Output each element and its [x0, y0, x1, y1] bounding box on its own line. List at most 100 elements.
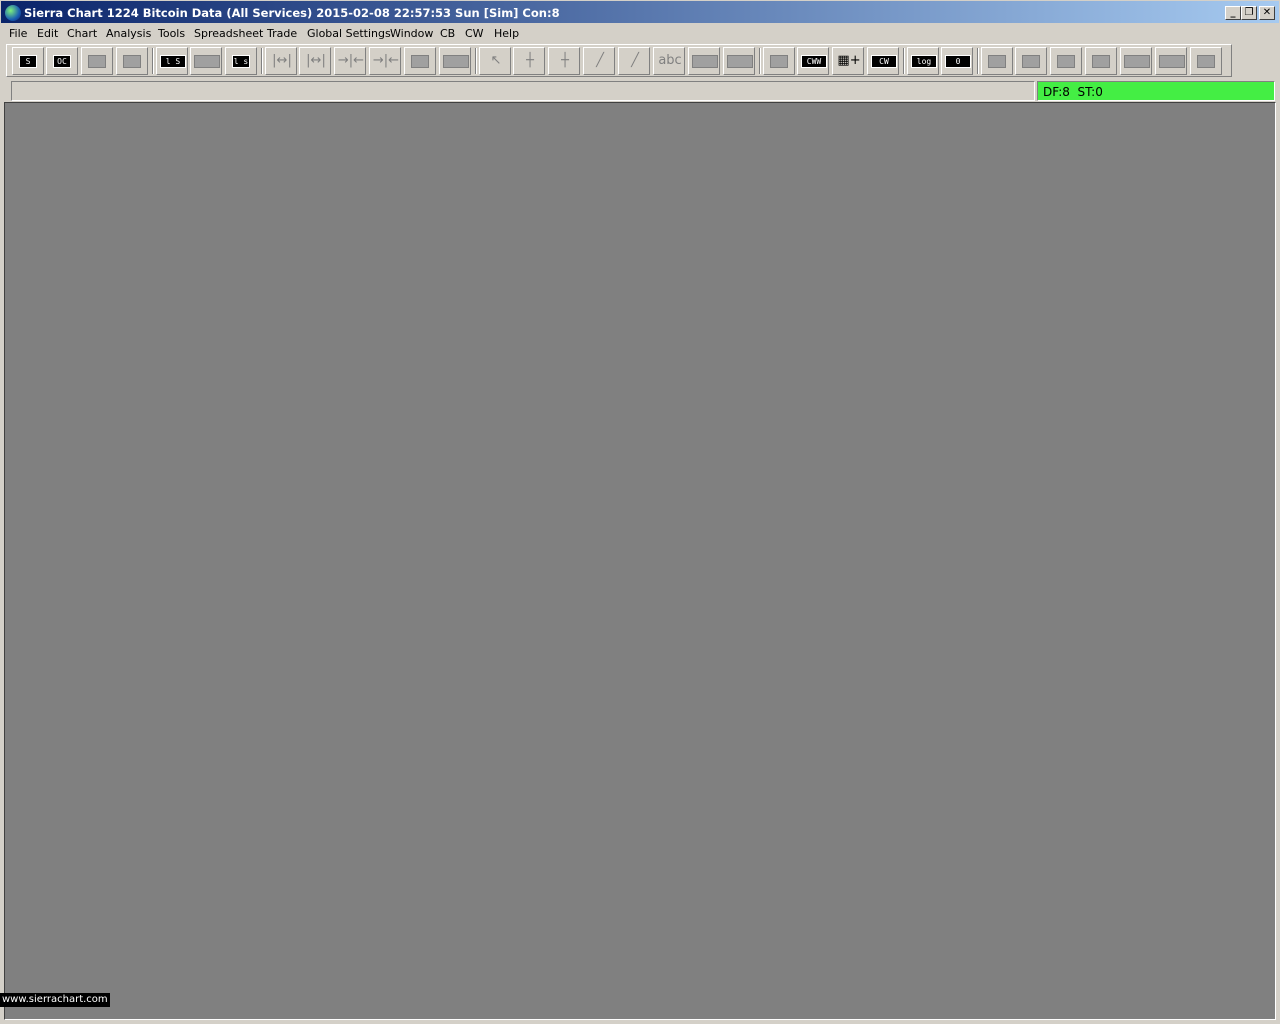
- toolbar-button-28[interactable]: [1015, 47, 1047, 75]
- toolbar-button-12[interactable]: [439, 47, 471, 75]
- menu-cb[interactable]: CB: [440, 27, 455, 40]
- toolbar-icon: [770, 55, 788, 68]
- crosshair-tool-button[interactable]: ┼: [513, 47, 545, 75]
- window-title: Sierra Chart 1224 Bitcoin Data (All Serv…: [24, 6, 560, 20]
- toolbar-icon: [727, 55, 753, 68]
- toolbar-icon: [123, 55, 141, 68]
- toolbar-label-ls: l S: [160, 55, 186, 68]
- text-tool-label: abc: [658, 53, 682, 68]
- close-button[interactable]: ✕: [1259, 6, 1275, 20]
- toolbar-button-22[interactable]: [763, 47, 795, 75]
- toolbar-button-27[interactable]: [981, 47, 1013, 75]
- grid-plus-icon: ▦+: [837, 53, 861, 68]
- zoom-in-icon: |↔|: [306, 53, 326, 68]
- toolbar-button-29[interactable]: [1050, 47, 1082, 75]
- toolbar-button-ls-lower[interactable]: l s: [225, 47, 257, 75]
- toolbar-separator: [977, 48, 979, 74]
- new-chart-grid-button[interactable]: ▦+: [832, 47, 864, 75]
- menu-bar: File Edit Chart Analysis Tools Spreadshe…: [0, 24, 1280, 43]
- cursor-cross-icon: ┼: [561, 53, 569, 68]
- line-tool-button[interactable]: ╱: [583, 47, 615, 75]
- menu-chart[interactable]: Chart: [67, 27, 97, 40]
- toolbar-separator: [903, 48, 905, 74]
- toolbar-separator: [261, 48, 263, 74]
- toolbar-icon: [411, 55, 429, 68]
- crosshair-icon: ┼: [526, 53, 534, 68]
- log-scale-button[interactable]: log: [907, 47, 939, 75]
- restore-button[interactable]: ❐: [1241, 6, 1257, 20]
- line-icon: ╱: [596, 53, 604, 68]
- minimize-button[interactable]: _: [1225, 6, 1241, 20]
- pointer-tool-button[interactable]: ↖: [479, 47, 511, 75]
- toolbar-button-11[interactable]: [404, 47, 436, 75]
- toolbar-icon: [988, 55, 1006, 68]
- toolbar-separator: [152, 48, 154, 74]
- connection-status-text: DF:8 ST:0: [1043, 85, 1103, 99]
- toolbar-icon: [194, 55, 220, 68]
- message-field: [11, 81, 1035, 101]
- toolbar-button-0[interactable]: 0: [941, 47, 973, 75]
- toolbar-label-cww: CWW: [801, 55, 827, 68]
- title-bar: Sierra Chart 1224 Bitcoin Data (All Serv…: [0, 0, 1280, 24]
- expand-bars-button[interactable]: →|←: [369, 47, 401, 75]
- menu-help[interactable]: Help: [494, 27, 519, 40]
- toolbar-icon: [1057, 55, 1075, 68]
- menu-tools[interactable]: Tools: [158, 27, 185, 40]
- toolbar-icon: [1022, 55, 1040, 68]
- expand-icon: →|←: [372, 53, 400, 68]
- compress-bars-button[interactable]: →|←: [334, 47, 366, 75]
- toolbar-button-6[interactable]: [190, 47, 222, 75]
- ray-tool-button[interactable]: ╱: [618, 47, 650, 75]
- toolbar-button-21[interactable]: [723, 47, 755, 75]
- zoom-in-button[interactable]: |↔|: [299, 47, 331, 75]
- toolbar-button-cw[interactable]: CW: [867, 47, 899, 75]
- menu-spreadsheet[interactable]: Spreadsheet: [194, 27, 263, 40]
- toolbar-button-ls[interactable]: l S: [156, 47, 188, 75]
- toolbar-icon: [88, 55, 106, 68]
- toolbar-button-20[interactable]: [688, 47, 720, 75]
- toolbar-icon: [692, 55, 718, 68]
- menu-file[interactable]: File: [9, 27, 27, 40]
- connection-status-box: DF:8 ST:0: [1037, 81, 1275, 101]
- toolbar-separator: [759, 48, 761, 74]
- chart-workspace[interactable]: [4, 102, 1276, 1020]
- toolbar-icon: [1159, 55, 1185, 68]
- toolbar-icon: [1124, 55, 1150, 68]
- menu-edit[interactable]: Edit: [37, 27, 58, 40]
- toolbar-separator: [475, 48, 477, 74]
- sierra-chart-globe-icon[interactable]: [5, 5, 21, 21]
- cursor-tool-button[interactable]: ┼: [548, 47, 580, 75]
- toolbar-button-31[interactable]: [1120, 47, 1152, 75]
- toolbar-label-ls-lower: l s: [232, 55, 250, 68]
- toolbar-icon: [1197, 55, 1215, 68]
- toolbar-label-oc: OC: [53, 55, 71, 68]
- toolbar-icon: [1092, 55, 1110, 68]
- toolbar-button-s[interactable]: S: [12, 47, 44, 75]
- toolbar-button-oc[interactable]: OC: [46, 47, 78, 75]
- toolbar-icon: [443, 55, 469, 68]
- toolbar-button-30[interactable]: [1085, 47, 1117, 75]
- website-link[interactable]: www.sierrachart.com: [0, 993, 110, 1007]
- toolbar: S OC l S l s |↔| |↔| →|← →|← ↖ ┼ ┼ ╱ ╱ a…: [6, 44, 1232, 77]
- toolbar-button-33[interactable]: [1190, 47, 1222, 75]
- compress-icon: →|←: [337, 53, 365, 68]
- menu-global-settings[interactable]: Global Settings: [307, 27, 391, 40]
- ray-icon: ╱: [631, 53, 639, 68]
- menu-cw[interactable]: CW: [465, 27, 484, 40]
- toolbar-label-log: log: [911, 55, 937, 68]
- zoom-out-icon: |↔|: [272, 53, 292, 68]
- menu-window[interactable]: Window: [390, 27, 433, 40]
- toolbar-button-cww[interactable]: CWW: [797, 47, 829, 75]
- toolbar-label-cw: CW: [871, 55, 897, 68]
- pointer-icon: ↖: [490, 53, 502, 68]
- zoom-out-button[interactable]: |↔|: [265, 47, 297, 75]
- toolbar-label-s: S: [19, 55, 37, 68]
- menu-trade[interactable]: Trade: [267, 27, 297, 40]
- toolbar-button-4[interactable]: [116, 47, 148, 75]
- toolbar-button-32[interactable]: [1155, 47, 1187, 75]
- status-row: DF:8 ST:0: [11, 81, 1277, 101]
- menu-analysis[interactable]: Analysis: [106, 27, 151, 40]
- toolbar-button-3[interactable]: [81, 47, 113, 75]
- text-tool-button[interactable]: abc: [653, 47, 685, 75]
- toolbar-label-0: 0: [945, 55, 971, 68]
